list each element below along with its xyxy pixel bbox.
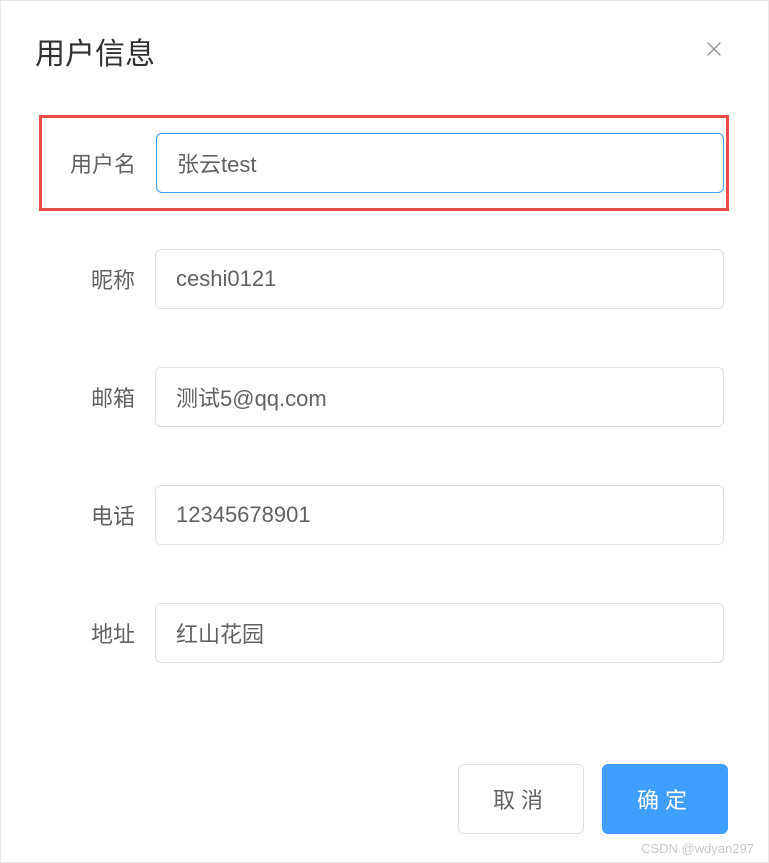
email-input[interactable]: [155, 367, 724, 427]
dialog-header: 用户信息: [1, 1, 768, 109]
form-row-phone: 电话: [41, 477, 728, 553]
form-row-address: 地址: [41, 595, 728, 671]
phone-input[interactable]: [155, 485, 724, 545]
username-input[interactable]: [156, 133, 724, 193]
watermark: CSDN @wdyan297: [641, 841, 754, 856]
nickname-input[interactable]: [155, 249, 724, 309]
user-info-dialog: 用户信息 用户名 昵称 邮箱 电话 地址: [0, 0, 769, 863]
form-row-username: 用户名: [39, 115, 729, 211]
form-row-nickname: 昵称: [41, 241, 728, 317]
close-icon: [703, 38, 725, 60]
form-row-email: 邮箱: [41, 359, 728, 435]
nickname-label: 昵称: [45, 263, 155, 295]
dialog-footer: 取消 确定: [458, 764, 728, 834]
phone-label: 电话: [45, 499, 155, 531]
dialog-title: 用户信息: [35, 29, 734, 73]
address-label: 地址: [45, 617, 155, 649]
cancel-button[interactable]: 取消: [458, 764, 584, 834]
dialog-body: 用户名 昵称 邮箱 电话 地址: [1, 115, 768, 671]
email-label: 邮箱: [45, 381, 155, 413]
username-label: 用户名: [46, 147, 156, 179]
confirm-button[interactable]: 确定: [602, 764, 728, 834]
address-input[interactable]: [155, 603, 724, 663]
close-button[interactable]: [702, 37, 726, 61]
